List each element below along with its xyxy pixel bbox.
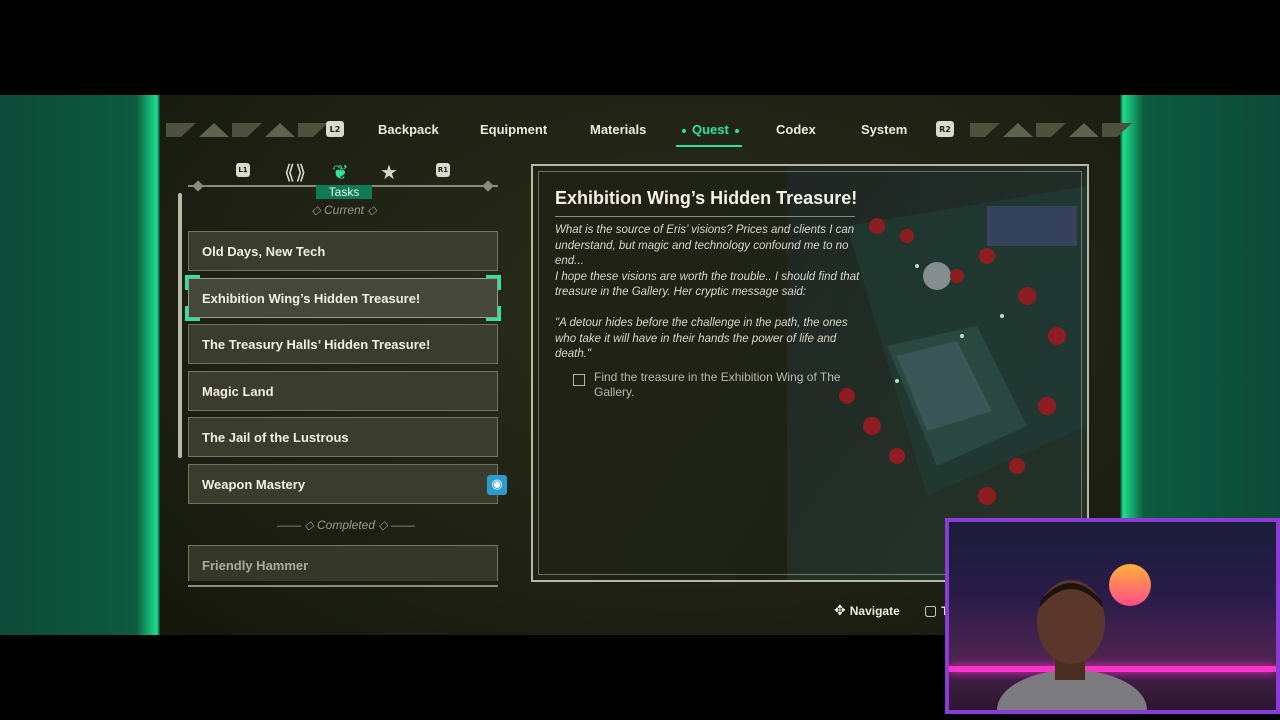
current-section-header: ◇ Current ◇ <box>311 203 377 217</box>
list-scrollbar[interactable] <box>178 193 182 458</box>
streamer-figure <box>997 580 1147 710</box>
quest-item-label: Weapon Mastery <box>202 477 306 492</box>
list-bottom-divider <box>188 585 498 587</box>
tab-materials[interactable]: Materials <box>590 122 646 137</box>
dpad-icon: ✥ <box>834 603 846 619</box>
right-ornament <box>970 123 1132 137</box>
quest-item[interactable]: Weapon Mastery ◉ <box>188 464 507 504</box>
tab-backpack[interactable]: Backpack <box>378 122 439 137</box>
completed-quest-item[interactable]: Friendly Hammer <box>188 545 498 581</box>
l1-button-icon[interactable]: L1 <box>236 163 250 177</box>
title-divider <box>555 216 855 217</box>
top-navigation: L2 Backpack Equipment Materials Quest Co… <box>160 115 1132 147</box>
square-button-icon: ▢ <box>924 603 938 619</box>
completed-section-header: —— ◇ Completed ◇ —— <box>277 518 415 532</box>
quest-item[interactable]: Magic Land <box>188 371 498 411</box>
l2-button-icon[interactable]: L2 <box>326 121 344 137</box>
link-icon[interactable]: ⟪⟫ <box>284 160 306 184</box>
tab-system[interactable]: System <box>861 122 907 137</box>
quest-subtabs: L1 ⟪⟫ ❦ ★ R1 Tasks <box>188 160 500 200</box>
quest-item-selected[interactable]: Exhibition Wing’s Hidden Treasure! <box>185 275 501 321</box>
active-tab-underline <box>676 145 742 147</box>
subtab-label: Tasks <box>316 185 372 199</box>
quest-item-label: Exhibition Wing’s Hidden Treasure! <box>202 291 421 306</box>
r2-button-icon[interactable]: R2 <box>936 121 954 137</box>
navigate-prompt[interactable]: ✥ Navigate <box>834 603 900 619</box>
tasks-icon[interactable]: ❦ <box>332 160 349 184</box>
quest-title: Exhibition Wing’s Hidden Treasure! <box>555 188 858 208</box>
streamer-webcam <box>945 518 1280 714</box>
quest-item[interactable]: The Treasury Halls’ Hidden Treasure! <box>188 324 498 364</box>
selection-corner <box>185 275 200 290</box>
quest-list: Old Days, New Tech Exhibition Wing’s Hid… <box>185 231 507 581</box>
quest-objective: Find the treasure in the Exhibition Wing… <box>573 370 844 400</box>
r1-button-icon[interactable]: R1 <box>436 163 450 177</box>
tab-codex[interactable]: Codex <box>776 122 816 137</box>
tab-equipment[interactable]: Equipment <box>480 122 547 137</box>
tab-quest[interactable]: Quest <box>676 122 745 137</box>
navigate-label: Navigate <box>849 604 900 618</box>
left-ornament <box>166 123 328 137</box>
quest-item[interactable]: The Jail of the Lustrous <box>188 417 498 457</box>
tracked-eye-icon: ◉ <box>487 475 507 495</box>
selection-corner <box>486 306 501 321</box>
quest-item[interactable]: Old Days, New Tech <box>188 231 498 271</box>
quest-description: What is the source of Eris’ visions? Pri… <box>555 224 860 360</box>
star-icon[interactable]: ★ <box>380 160 398 184</box>
left-glow-border <box>0 95 160 635</box>
objective-checkbox <box>573 374 585 386</box>
objective-text: Find the treasure in the Exhibition Wing… <box>594 370 841 399</box>
selection-corner <box>185 306 200 321</box>
selection-corner <box>486 275 501 290</box>
